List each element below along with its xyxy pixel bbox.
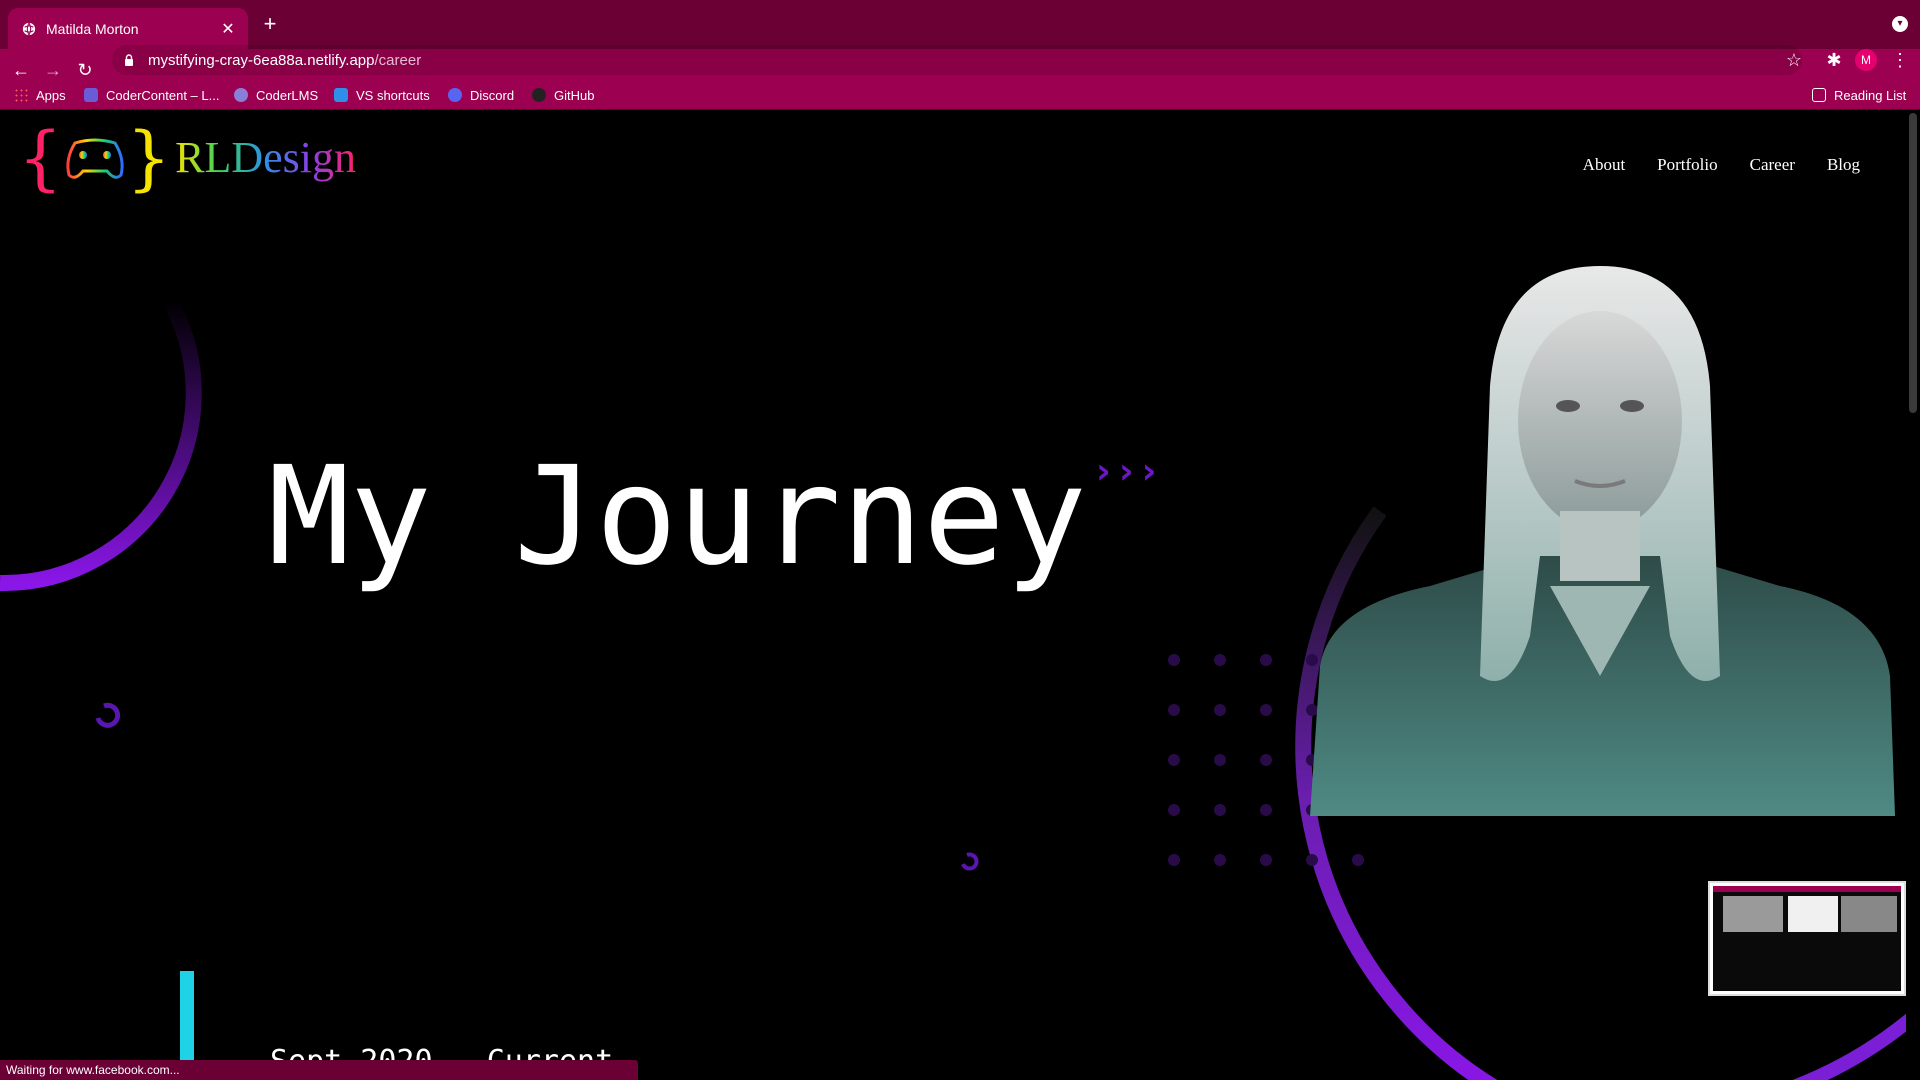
decorative-dot xyxy=(1260,754,1272,766)
site-logo[interactable]: { } RLDesign xyxy=(18,117,356,199)
bookmark-github[interactable]: GitHub xyxy=(532,86,594,104)
decorative-dot xyxy=(1260,654,1272,666)
new-tab-icon[interactable]: + xyxy=(258,12,282,36)
chevrons-decoration: ››› xyxy=(1096,451,1165,492)
decorative-dot xyxy=(1214,804,1226,816)
ed-icon xyxy=(84,88,98,102)
url-host: mystifying-cray-6ea88a.netlify.app xyxy=(148,51,375,69)
bookmark-coderlms[interactable]: CoderLMS xyxy=(234,86,318,104)
status-bar: Waiting for www.facebook.com... xyxy=(0,1060,638,1080)
decorative-dot xyxy=(1168,654,1180,666)
bookmark-codercontent[interactable]: CoderContent – L... xyxy=(84,86,219,104)
bookmark-label: Apps xyxy=(36,87,66,103)
nav-about[interactable]: About xyxy=(1583,155,1626,175)
bookmarks-bar: Apps CoderContent – L... CoderLMS VS sho… xyxy=(0,80,1920,110)
logo-brace-left: { xyxy=(18,117,63,199)
star-icon[interactable]: ☆ xyxy=(1782,48,1806,72)
address-bar[interactable]: mystifying-cray-6ea88a.netlify.app/caree… xyxy=(112,45,1802,75)
tab-search-icon[interactable]: ▾ xyxy=(1892,16,1908,32)
close-tab-icon[interactable]: ✕ xyxy=(218,19,238,39)
picture-in-picture-thumbnail[interactable] xyxy=(1708,881,1906,996)
bookmark-label: GitHub xyxy=(554,87,595,103)
decorative-dot xyxy=(1260,804,1272,816)
tab-title: Matilda Morton xyxy=(46,20,139,37)
decorative-dot xyxy=(1168,704,1180,716)
scrollbar-thumb[interactable] xyxy=(1909,113,1917,413)
bookmark-label: CoderContent – L... xyxy=(106,87,220,103)
profile-button[interactable]: M xyxy=(1855,48,1879,72)
reading-list-label: Reading List xyxy=(1834,87,1907,103)
bookmark-vs-shortcuts[interactable]: VS shortcuts xyxy=(334,86,430,104)
logo-text: RLDesign xyxy=(175,125,356,191)
decorative-dot xyxy=(1352,854,1364,866)
menu-icon[interactable]: ⋮ xyxy=(1888,48,1912,72)
extensions-icon[interactable]: ✱ xyxy=(1822,48,1846,72)
url-path: /career xyxy=(374,51,422,69)
globe-icon xyxy=(22,22,36,35)
reading-list-icon xyxy=(1812,88,1826,102)
decorative-dot xyxy=(1168,854,1180,866)
discord-icon xyxy=(448,88,462,102)
bookmark-label: Discord xyxy=(470,87,515,103)
nav-portfolio[interactable]: Portfolio xyxy=(1657,155,1717,175)
page-viewport: { } RLDesign About Portfolio Career Blog… xyxy=(0,111,1920,1080)
logo-brace-right: } xyxy=(126,117,172,199)
decorative-dot xyxy=(1306,854,1318,866)
profile-photo xyxy=(1310,256,1895,816)
decorative-dot xyxy=(1214,704,1226,716)
decorative-dot xyxy=(1168,754,1180,766)
bookmark-label: CoderLMS xyxy=(256,87,319,103)
decorative-dot xyxy=(1168,804,1180,816)
gamepad-icon xyxy=(65,138,124,179)
decorative-dot xyxy=(1260,704,1272,716)
coderlms-icon xyxy=(234,88,248,102)
nav-career[interactable]: Career xyxy=(1750,155,1795,175)
github-icon xyxy=(532,88,546,102)
site-nav: About Portfolio Career Blog xyxy=(1583,155,1860,175)
decorative-dot xyxy=(1214,754,1226,766)
decorative-dot xyxy=(1260,854,1272,866)
nav-blog[interactable]: Blog xyxy=(1827,155,1860,175)
bookmark-label: VS shortcuts xyxy=(356,87,430,103)
apps-grid-icon xyxy=(14,88,28,102)
reading-list-button[interactable]: Reading List xyxy=(1812,86,1906,104)
decorative-dot xyxy=(1214,854,1226,866)
tab-strip: Matilda Morton ✕ + ▾ xyxy=(0,0,1920,49)
bookmark-apps[interactable]: Apps xyxy=(14,86,66,104)
lock-icon xyxy=(125,54,133,66)
page-title: My Journey xyxy=(268,438,1087,596)
bookmark-discord[interactable]: Discord xyxy=(448,86,514,104)
browser-tab[interactable]: Matilda Morton ✕ xyxy=(8,8,248,49)
decorative-dot xyxy=(1214,654,1226,666)
avatar: M xyxy=(1855,49,1877,71)
vscode-icon xyxy=(334,88,348,102)
